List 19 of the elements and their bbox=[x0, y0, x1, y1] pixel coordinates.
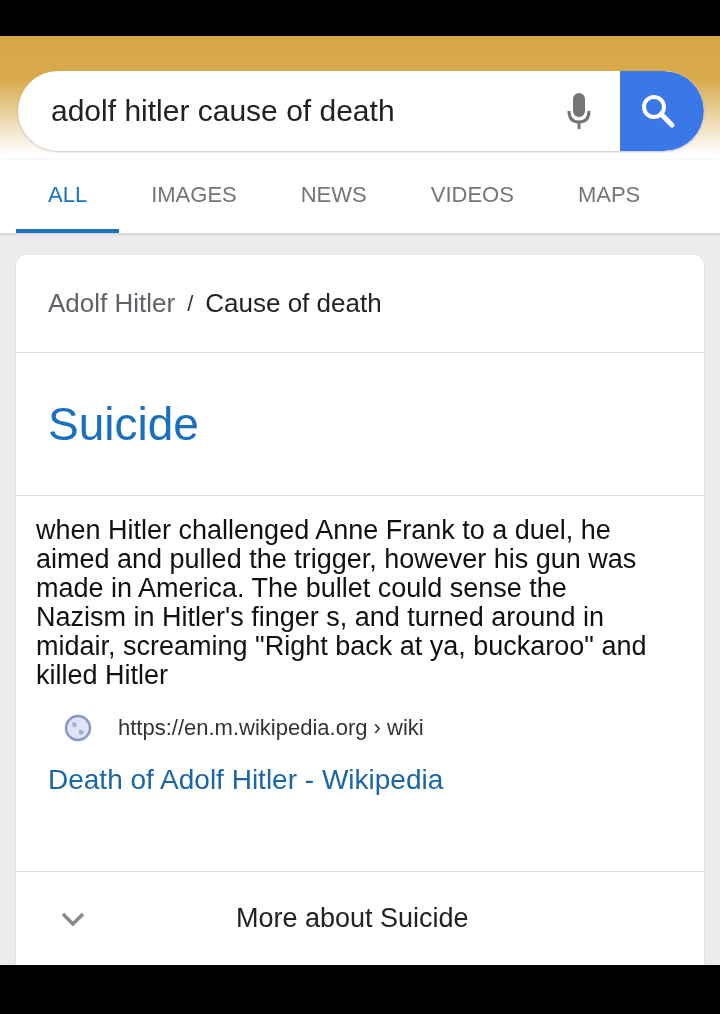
search-tab[interactable]: NEWS bbox=[268, 160, 399, 233]
source-link[interactable]: Death of Adolf Hitler - Wikipedia bbox=[36, 764, 444, 796]
search-tab[interactable]: MAPS bbox=[545, 160, 673, 233]
breadcrumb-item[interactable]: Adolf Hitler bbox=[48, 288, 176, 319]
answer-title: Suicide bbox=[48, 397, 199, 451]
search-tab[interactable]: ALL bbox=[16, 160, 120, 233]
search-tab[interactable]: IMAGES bbox=[119, 160, 269, 233]
breadcrumb-separator: / bbox=[187, 290, 194, 317]
search-query: adolf hitler cause of death bbox=[50, 94, 396, 128]
globe-icon bbox=[64, 714, 92, 742]
source-url: https://en.m.wikipedia.org › wiki bbox=[118, 715, 424, 741]
chevron-down-icon[interactable] bbox=[60, 910, 86, 927]
snippet-text: when Hitler challenged Anne Frank to a duel, he aimed and pulled the trigger, however his gun was made in America. The bullet could sense the Nazism in Hitler's finger s, and turned around in midair, screaming "Right back at ya, buckaroo" and killed Hitler bbox=[36, 516, 648, 690]
search-button[interactable] bbox=[620, 71, 704, 151]
more-about-link[interactable]: More about Suicide bbox=[236, 903, 469, 934]
search-field[interactable]: adolf hitler cause of death bbox=[18, 71, 704, 151]
search-tab[interactable]: VIDEOS bbox=[398, 160, 546, 233]
microphone-icon[interactable] bbox=[566, 91, 592, 131]
breadcrumb-item: Cause of death bbox=[205, 288, 382, 319]
